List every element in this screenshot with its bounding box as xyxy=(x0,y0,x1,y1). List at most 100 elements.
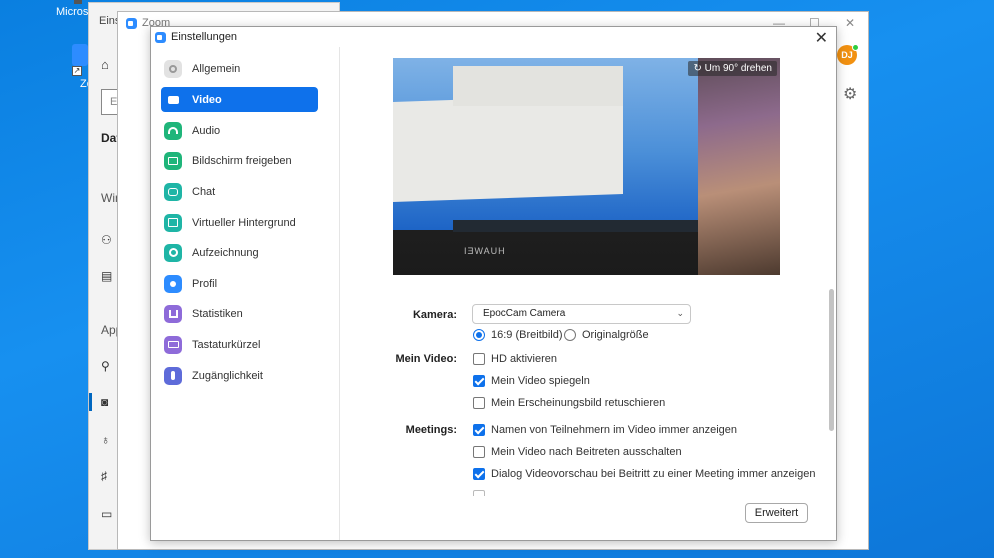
accessibility-icon xyxy=(164,366,182,385)
shortcut-arrow-icon: ↗ xyxy=(72,66,82,76)
profile-icon xyxy=(164,274,182,293)
checkbox-indicator xyxy=(473,375,485,387)
record-icon xyxy=(164,243,182,262)
checkbox-label: HD aktivieren xyxy=(491,353,558,365)
checkbox-video-off[interactable]: Mein Video nach Beitreten ausschalten xyxy=(473,446,682,458)
microphone-icon[interactable]: ♁ xyxy=(101,433,110,447)
nav-item-aufzeichnung[interactable]: Aufzeichnung xyxy=(161,240,318,265)
camera-icon[interactable]: ◙ xyxy=(101,395,108,409)
preview-taskbar xyxy=(453,220,713,232)
camera-label: Kamera: xyxy=(412,309,457,321)
nav-label: Chat xyxy=(192,185,216,198)
nav-item-tastatur[interactable]: Tastaturkürzel xyxy=(161,332,318,357)
my-video-label: Mein Video: xyxy=(395,353,457,365)
checkbox-touchup[interactable]: Mein Erscheinungsbild retuschieren xyxy=(473,397,665,409)
zoom-logo-icon xyxy=(155,31,166,43)
nav-label: Aufzeichnung xyxy=(192,246,259,259)
nav-label: Zugänglichkeit xyxy=(192,369,263,382)
nav-item-chat[interactable]: Chat xyxy=(161,179,318,204)
camera-select[interactable]: EpocCam Camera ⌄ xyxy=(472,304,691,324)
advanced-button[interactable]: Erweitert xyxy=(745,503,808,523)
dialog-title: Einstellungen xyxy=(171,31,238,43)
meetings-label: Meetings: xyxy=(405,424,457,436)
radio-indicator xyxy=(564,329,576,341)
nav-item-statistiken[interactable]: Statistiken xyxy=(161,301,318,326)
nav-item-profil[interactable]: Profil xyxy=(161,271,318,296)
zoom-shortcut-icon xyxy=(72,44,88,66)
share-screen-icon xyxy=(164,151,182,170)
ratio-radio-original[interactable]: Originalgröße xyxy=(564,329,649,341)
close-icon[interactable]: ✕ xyxy=(845,16,855,30)
ratio-radio-widescreen[interactable]: 16:9 (Breitbild) xyxy=(473,329,563,341)
camera-select-value: EpocCam Camera xyxy=(483,308,566,319)
preview-window-2 xyxy=(453,66,623,106)
keyboard-icon xyxy=(164,335,182,354)
nav-item-hintergrund[interactable]: Virtueller Hintergrund xyxy=(161,210,318,235)
avatar[interactable]: DJ xyxy=(837,44,859,65)
checkbox-hd[interactable]: HD aktivieren xyxy=(473,353,557,365)
checkbox-indicator xyxy=(473,468,485,480)
radio-indicator xyxy=(473,329,485,341)
rotate-button[interactable]: ↻ Um 90° drehen xyxy=(688,61,777,76)
nav-label: Allgemein xyxy=(192,62,241,75)
online-status-icon xyxy=(852,44,859,51)
message-icon[interactable]: ▭ xyxy=(101,507,112,521)
checkbox-indicator xyxy=(473,424,485,436)
nav-item-audio[interactable]: Audio xyxy=(161,118,318,143)
radio-label: 16:9 (Breitbild) xyxy=(491,329,563,341)
video-icon xyxy=(164,91,182,109)
settings-dialog[interactable]: Einstellungen ✕ Allgemein Video Audio Bi… xyxy=(150,26,837,541)
gear-icon xyxy=(164,59,182,78)
avatar-initials: DJ xyxy=(841,50,853,60)
preview-background xyxy=(698,58,780,275)
desktop-icon-fragment xyxy=(74,0,82,4)
nav-label: Tastaturkürzel xyxy=(192,338,261,351)
stats-icon xyxy=(164,304,182,323)
checkbox-indicator xyxy=(473,353,485,365)
nav-label: Bildschirm freigeben xyxy=(192,154,292,167)
checkbox-label: Namen von Teilnehmern im Video immer anz… xyxy=(491,424,737,436)
checkbox-indicator xyxy=(473,397,485,409)
checkbox-indicator xyxy=(473,446,485,458)
zoom-logo-icon xyxy=(126,17,137,29)
location-icon[interactable]: ⚲ xyxy=(101,359,110,373)
nav-label: Virtueller Hintergrund xyxy=(192,216,296,229)
close-icon[interactable]: ✕ xyxy=(815,28,828,48)
nav-item-video[interactable]: Video xyxy=(161,87,318,112)
settings-sidebar: Allgemein Video Audio Bildschirm freigeb… xyxy=(151,47,340,540)
rotate-label: Um 90° drehen xyxy=(704,63,772,74)
checkbox-label: Dialog Videovorschau bei Beitritt zu ein… xyxy=(491,468,816,480)
selection-indicator xyxy=(89,393,92,411)
nav-label: Audio xyxy=(192,124,221,137)
preview-screen xyxy=(393,58,718,232)
home-icon[interactable]: ⌂ xyxy=(101,57,109,72)
checkbox-mirror[interactable]: Mein Video spiegeln xyxy=(473,375,590,387)
camera-preview: HUAWEI ↻ Um 90° drehen xyxy=(393,58,780,275)
checkbox-label: Mein Video nach Beitreten ausschalten xyxy=(491,446,682,458)
checkbox-show-names[interactable]: Namen von Teilnehmern im Video immer anz… xyxy=(473,424,737,436)
nav-label: Statistiken xyxy=(192,307,243,320)
activity-icon[interactable]: ▤ xyxy=(101,269,112,283)
nav-label: Profil xyxy=(192,277,218,290)
checkbox-label: Mein Video spiegeln xyxy=(491,375,590,387)
scrollbar[interactable] xyxy=(829,289,834,431)
person-icon[interactable]: ⚇ xyxy=(101,233,112,247)
nav-item-bildschirm[interactable]: Bildschirm freigeben xyxy=(161,148,318,173)
chevron-down-icon: ⌄ xyxy=(676,308,684,318)
preview-laptop: HUAWEI xyxy=(393,58,723,275)
background-icon xyxy=(164,213,182,232)
nav-item-zugaenglichkeit[interactable]: Zugänglichkeit xyxy=(161,363,318,388)
preview-window xyxy=(393,93,623,203)
chat-icon xyxy=(164,182,182,201)
nav-label: Video xyxy=(192,93,222,106)
checkbox-label: Mein Erscheinungsbild retuschieren xyxy=(491,397,666,409)
gear-icon[interactable]: ⚙ xyxy=(843,84,857,104)
voice-icon[interactable]: ♯ xyxy=(101,469,107,483)
preview-brand: HUAWEI xyxy=(463,246,505,256)
dialog-titlebar: Einstellungen xyxy=(155,31,237,43)
nav-item-allgemein[interactable]: Allgemein xyxy=(161,56,318,81)
radio-label: Originalgröße xyxy=(582,329,649,341)
rotate-icon: ↻ xyxy=(693,63,705,74)
headphones-icon xyxy=(164,121,182,140)
checkbox-preview-dialog[interactable]: Dialog Videovorschau bei Beitritt zu ein… xyxy=(473,468,815,480)
